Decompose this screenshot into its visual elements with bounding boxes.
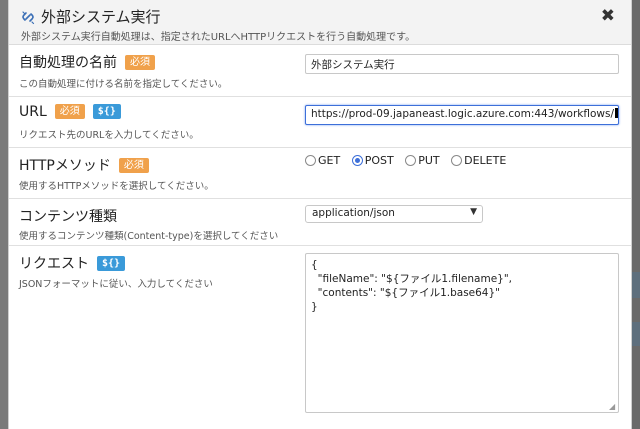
name-label: 自動処理の名前 xyxy=(19,55,117,71)
resize-grip-icon[interactable]: ◢ xyxy=(609,403,617,411)
dialog-subtitle: 外部システム実行自動処理は、指定されたURLへHTTPリクエストを行う自動処理で… xyxy=(21,32,416,43)
request-label-wrap: リクエスト ${} xyxy=(19,253,126,273)
broken-link-icon xyxy=(20,9,36,25)
radio-post[interactable]: POST xyxy=(351,154,394,167)
url-input[interactable]: https://prod-09.japaneast.logic.azure.co… xyxy=(305,105,619,125)
radio-delete[interactable]: DELETE xyxy=(451,154,506,167)
redaction-box xyxy=(615,108,618,118)
radio-get[interactable]: GET xyxy=(305,154,340,167)
external-system-dialog: 外部システム実行 外部システム実行自動処理は、指定されたURLへHTTPリクエス… xyxy=(8,0,632,429)
content-type-value: application/json xyxy=(312,207,395,219)
method-description: 使用するHTTPメソッドを選択してください。 xyxy=(19,181,214,192)
method-row: HTTPメソッド 必須 使用するHTTPメソッドを選択してください。 GET PO… xyxy=(9,148,631,199)
request-row: リクエスト ${} JSONフォーマットに従い、入力してください { "fileN… xyxy=(9,246,631,429)
content-type-description: 使用するコンテンツ種類(Content-type)を選択してください xyxy=(19,231,279,242)
modal-backdrop-right xyxy=(632,0,640,429)
radio-put[interactable]: PUT xyxy=(405,154,440,167)
method-label-wrap: HTTPメソッド 必須 xyxy=(19,155,149,175)
request-body-textarea[interactable]: { "fileName": "${ファイル1.filename}", "cont… xyxy=(305,253,619,413)
content-type-row: コンテンツ種類 使用するコンテンツ種類(Content-type)を選択してくだ… xyxy=(9,199,631,246)
name-label-wrap: 自動処理の名前 必須 xyxy=(19,52,155,72)
url-label: URL xyxy=(19,104,47,120)
name-input[interactable]: 外部システム実行 xyxy=(305,54,619,74)
required-badge: 必須 xyxy=(54,104,85,119)
method-label: HTTPメソッド xyxy=(19,158,111,174)
required-badge: 必須 xyxy=(118,158,149,173)
modal-backdrop-left xyxy=(0,0,8,429)
content-type-label: コンテンツ種類 xyxy=(19,209,117,225)
dialog-title: 外部システム実行 xyxy=(41,8,161,26)
url-value: https://prod-09.japaneast.logic.azure.co… xyxy=(311,108,614,120)
url-row: URL 必須 ${} リクエスト先のURLを入力してください。 https://pr… xyxy=(9,97,631,148)
variable-badge[interactable]: ${} xyxy=(97,256,126,271)
required-badge: 必須 xyxy=(125,55,155,70)
name-description: この自動処理に付ける名前を指定してください。 xyxy=(19,79,228,90)
content-type-select[interactable]: application/json ▼ xyxy=(305,205,483,223)
dialog-header: 外部システム実行 外部システム実行自動処理は、指定されたURLへHTTPリクエス… xyxy=(9,0,631,45)
url-description: リクエスト先のURLを入力してください。 xyxy=(19,130,199,141)
request-label: リクエスト xyxy=(19,256,89,272)
close-icon[interactable]: ✖ xyxy=(601,6,615,26)
method-radio-group: GET POST PUT DELETE xyxy=(305,154,514,167)
chevron-down-icon: ▼ xyxy=(470,207,477,217)
request-body: { "fileName": "${ファイル1.filename}", "cont… xyxy=(311,259,513,313)
variable-badge[interactable]: ${} xyxy=(92,104,121,119)
request-description: JSONフォーマットに従い、入力してください xyxy=(19,279,213,290)
url-label-wrap: URL 必須 ${} xyxy=(19,104,121,120)
name-row: 自動処理の名前 必須 この自動処理に付ける名前を指定してください。 外部システム実… xyxy=(9,45,631,97)
